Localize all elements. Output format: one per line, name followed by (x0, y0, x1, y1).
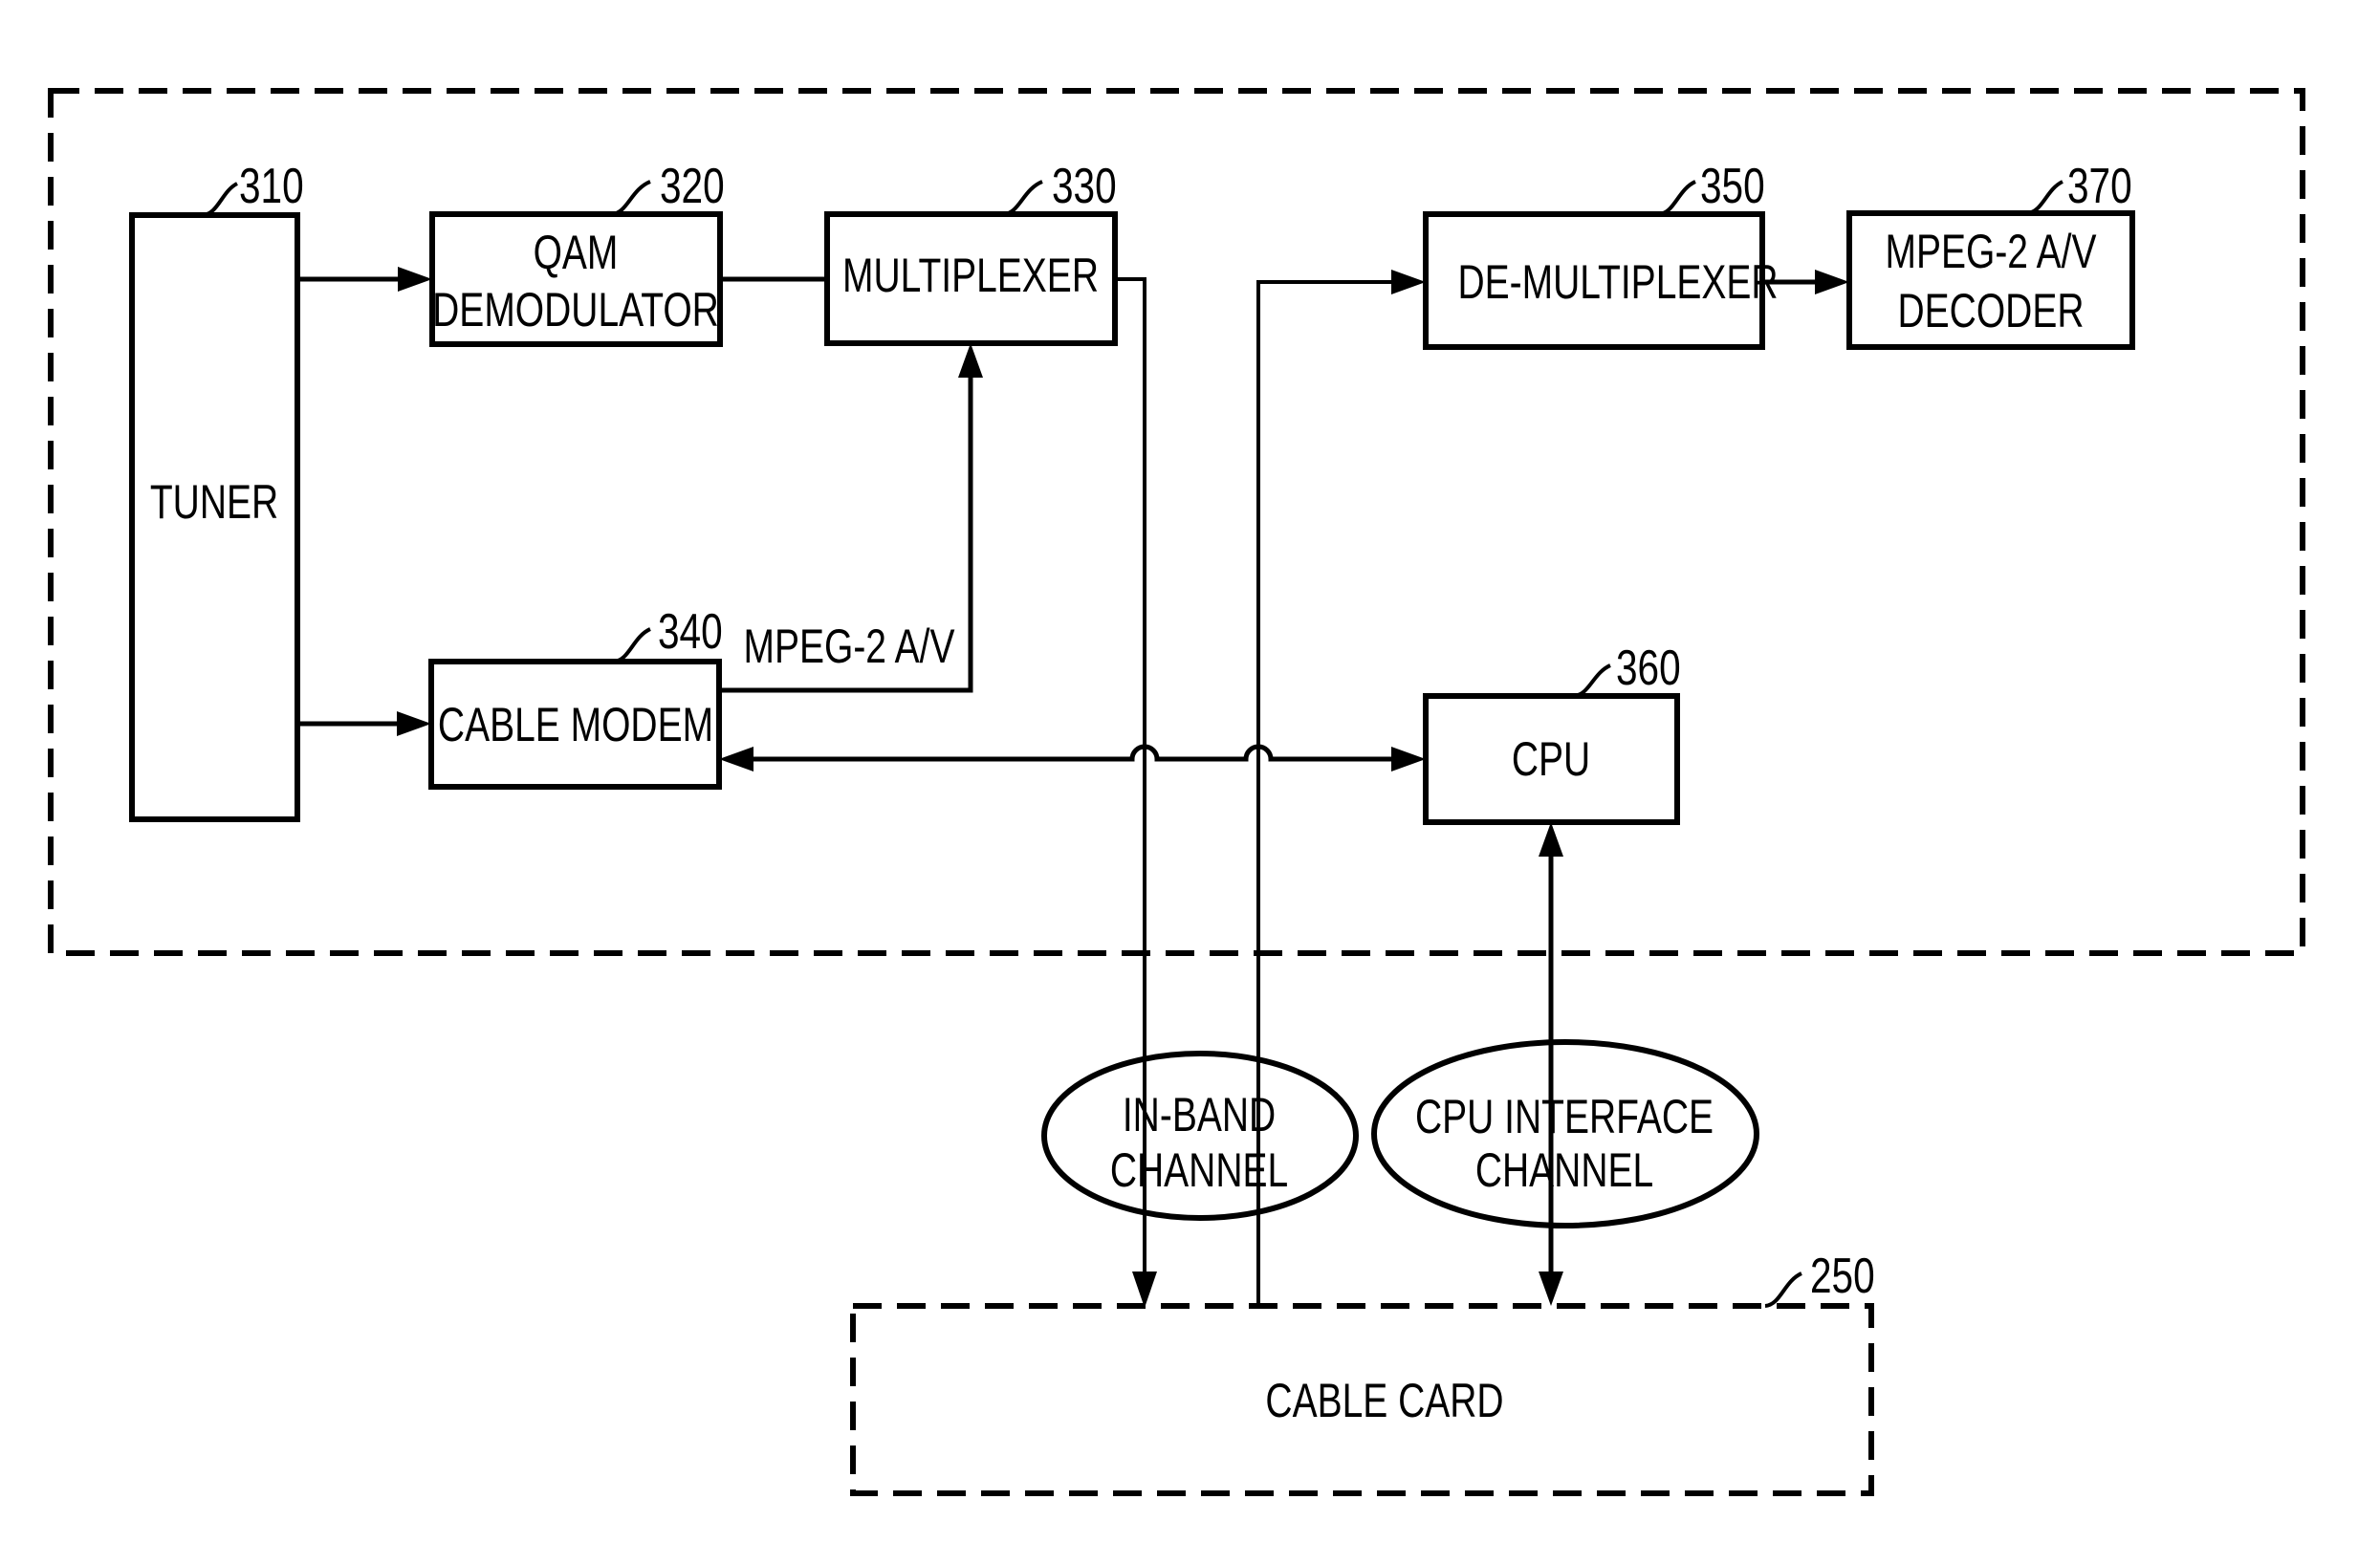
inband-channel-label-line2: CHANNEL (1110, 1142, 1288, 1197)
cpu-cablecard-arrowhead-up (1539, 822, 1563, 857)
mux-to-cablecard-arrowhead (1132, 1272, 1157, 1308)
multiplexer-leader (1003, 180, 1043, 216)
block-diagram: TUNER 310 QAM DEMODULATOR 320 MULTIPLEXE… (48, 88, 2305, 1496)
inband-channel: IN-BAND CHANNEL (1041, 1051, 1359, 1221)
cpu-block: CPU 360 (1423, 640, 1681, 825)
cable-modem-leader (613, 627, 651, 663)
qam-demodulator-leader (611, 180, 651, 216)
mpeg-signal-label: MPEG-2 A/V (743, 619, 954, 673)
tuner-to-modem-arrowhead (397, 711, 431, 736)
cpu-ref: 360 (1616, 640, 1681, 695)
modem-cpu-bus-arrowhead-right (1391, 747, 1426, 772)
cpu-leader (1573, 663, 1611, 698)
tuner-block: TUNER 310 (129, 158, 304, 822)
cpu-label: CPU (1512, 731, 1590, 786)
cable-card-leader (1764, 1272, 1802, 1308)
cable-modem-block: CABLE MODEM 340 (428, 603, 723, 790)
demultiplexer-ref: 350 (1700, 158, 1765, 213)
cpu-interface-channel-label-line2: CHANNEL (1475, 1142, 1653, 1197)
cpu-cablecard-arrowhead-down (1539, 1272, 1563, 1306)
decoder-leader (2026, 180, 2064, 215)
cpu-interface-channel: CPU INTERFACE CHANNEL (1371, 1039, 1759, 1228)
decoder-label-line1: MPEG-2 A/V (1885, 224, 2096, 278)
modem-cpu-bus-line (741, 744, 1406, 762)
qam-demodulator-label-line2: DEMODULATOR (432, 282, 719, 337)
decoder-label-line2: DECODER (1898, 283, 2085, 337)
decoder-ref: 370 (2067, 158, 2132, 213)
modem-to-mux-arrowhead (958, 343, 983, 378)
tuner-leader (202, 182, 239, 217)
qam-demodulator-label-line1: QAM (534, 225, 619, 279)
demultiplexer-label: DE-MULTIPLEXER (1457, 254, 1778, 309)
qam-demodulator-ref: 320 (660, 158, 725, 213)
decoder-block: MPEG-2 A/V DECODER 370 (1846, 158, 2135, 350)
demux-to-decoder-arrowhead (1815, 270, 1849, 294)
modem-cpu-bus-arrowhead-left (719, 747, 753, 772)
inband-channel-label-line1: IN-BAND (1123, 1087, 1276, 1141)
qam-demodulator-block: QAM DEMODULATOR 320 (429, 158, 725, 347)
demultiplexer-leader (1658, 180, 1696, 216)
tuner-to-qam-arrowhead (398, 267, 432, 292)
cable-modem-label: CABLE MODEM (438, 697, 713, 751)
cpu-interface-channel-label-line1: CPU INTERFACE (1415, 1089, 1714, 1143)
multiplexer-block: MULTIPLEXER 330 (824, 158, 1118, 346)
multiplexer-label: MULTIPLEXER (842, 248, 1099, 302)
cable-card-label: CABLE CARD (1265, 1373, 1503, 1427)
cable-card-block: CABLE CARD 250 (850, 1248, 1875, 1496)
cable-modem-ref: 340 (658, 603, 723, 659)
cable-card-ref: 250 (1810, 1248, 1875, 1303)
tuner-label: TUNER (150, 474, 278, 529)
cablecard-to-demux-arrowhead (1391, 270, 1426, 294)
tuner-ref: 310 (239, 158, 304, 213)
multiplexer-ref: 330 (1052, 158, 1117, 213)
demultiplexer-block: DE-MULTIPLEXER 350 (1423, 158, 1779, 350)
